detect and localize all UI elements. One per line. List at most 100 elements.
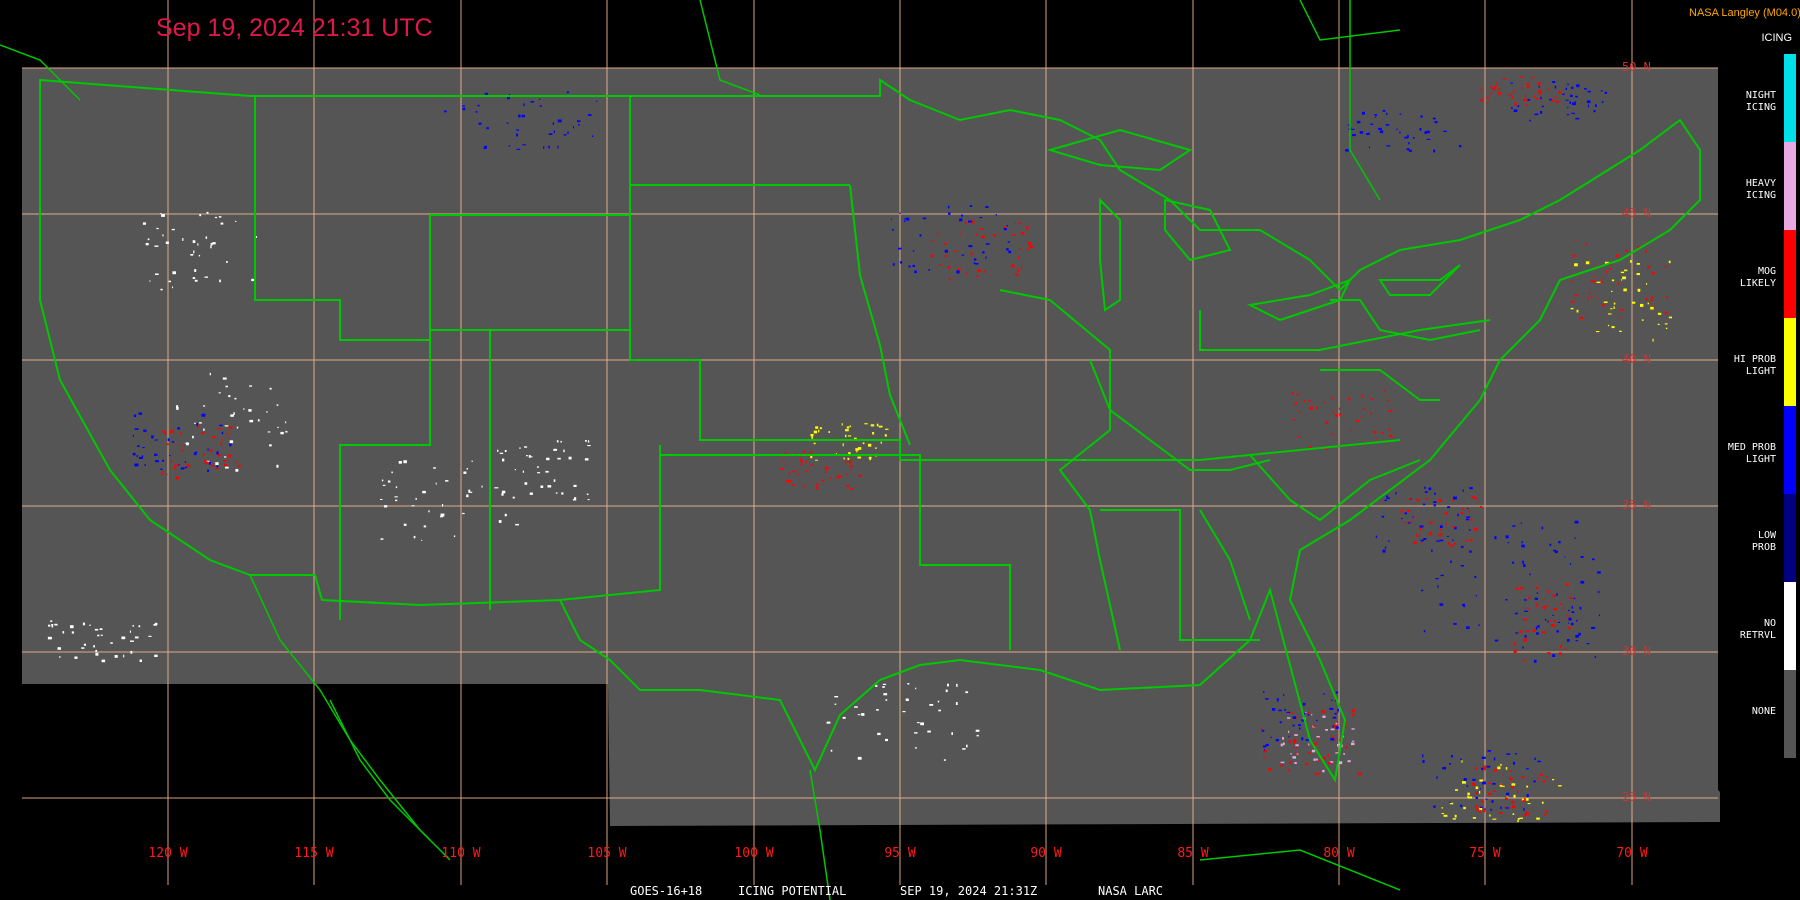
timestamp-label: Sep 19, 2024 21:31 UTC <box>156 14 433 42</box>
icing-pixel <box>801 452 803 454</box>
icing-pixel <box>1502 774 1504 776</box>
icing-pixel <box>1554 96 1558 99</box>
icing-pixel <box>1447 536 1449 537</box>
longitude-label: 75 W <box>1469 846 1501 861</box>
icing-pixel <box>1339 413 1342 416</box>
icing-pixel <box>587 445 591 447</box>
icing-pixel <box>212 242 216 245</box>
icing-pixel <box>1472 817 1476 819</box>
icing-pixel <box>1526 99 1530 101</box>
icing-pixel <box>267 431 271 433</box>
icing-pixel <box>1440 574 1444 577</box>
icing-pixel <box>178 464 180 466</box>
icing-pixel <box>1475 786 1479 790</box>
icing-pixel <box>556 440 559 443</box>
icing-pixel <box>1569 596 1573 599</box>
icing-pixel <box>979 217 983 219</box>
icing-pixel <box>285 430 288 433</box>
icing-pixel <box>846 485 850 487</box>
icing-pixel <box>567 131 569 134</box>
icing-pixel <box>1517 105 1520 108</box>
icing-pixel <box>1362 408 1365 410</box>
icing-pixel <box>266 411 268 413</box>
icing-pixel <box>1292 724 1295 727</box>
icing-pixel <box>1543 605 1546 609</box>
icing-pixel <box>1526 768 1529 770</box>
icing-pixel <box>1523 618 1528 621</box>
icing-pixel <box>1474 527 1478 531</box>
icing-pixel <box>1576 84 1580 88</box>
icing-pixel <box>1338 743 1340 746</box>
icing-pixel <box>81 647 85 649</box>
icing-pixel <box>1007 241 1010 243</box>
icing-pixel <box>1015 221 1017 225</box>
icing-pixel <box>1512 813 1515 815</box>
footer-caption: GOES-16+18 ICING POTENTIAL SEP 19, 2024 … <box>0 884 1800 900</box>
icing-pixel <box>162 459 164 462</box>
icing-pixel <box>1511 96 1514 99</box>
icing-pixel <box>143 429 147 432</box>
icing-pixel <box>885 428 889 430</box>
icing-pixel <box>1421 542 1423 544</box>
icing-pixel <box>1490 87 1495 90</box>
icing-pixel <box>939 264 943 266</box>
icing-pixel <box>587 499 590 501</box>
icing-pixel <box>206 211 209 214</box>
icing-pixel <box>1264 749 1265 751</box>
icing-pixel <box>1339 739 1341 742</box>
icing-pixel <box>943 759 946 761</box>
icing-pixel <box>959 232 961 235</box>
icing-pixel <box>54 623 58 626</box>
icing-pixel <box>1620 271 1625 274</box>
icing-pixel <box>962 748 966 750</box>
icing-pixel <box>1020 268 1022 270</box>
icing-pixel <box>1526 794 1529 798</box>
icing-pixel <box>1494 536 1497 540</box>
icing-pixel <box>1453 623 1457 625</box>
icing-pixel <box>384 505 388 508</box>
icing-pixel <box>971 220 975 224</box>
icing-pixel <box>1412 541 1417 544</box>
icing-pixel <box>1513 761 1515 765</box>
icing-pixel <box>1280 743 1283 747</box>
icing-pixel <box>1668 316 1672 319</box>
icing-pixel <box>1608 313 1612 315</box>
icing-pixel <box>228 437 230 439</box>
icing-pixel <box>1467 795 1469 798</box>
icing-pixel <box>572 126 574 129</box>
icing-pixel <box>1538 91 1542 95</box>
icing-pixel <box>1316 719 1318 722</box>
icing-pixel <box>781 460 784 462</box>
icing-pixel <box>969 205 973 207</box>
icing-pixel <box>1528 596 1531 599</box>
icing-pixel <box>1610 308 1613 310</box>
icing-pixel <box>1554 550 1558 554</box>
icing-pixel <box>956 683 958 687</box>
icing-pixel <box>1280 761 1285 764</box>
icing-pixel <box>481 485 483 488</box>
icing-pixel <box>975 729 980 732</box>
icing-pixel <box>1601 101 1604 103</box>
icing-pixel <box>51 624 54 626</box>
icing-pixel <box>1475 791 1478 795</box>
icing-pixel <box>973 262 975 264</box>
icing-pixel <box>1506 753 1511 755</box>
icing-pixel <box>1461 760 1463 763</box>
icing-pixel <box>1468 796 1473 799</box>
icing-pixel <box>1536 592 1539 594</box>
icing-pixel <box>1517 818 1520 820</box>
icing-pixel <box>1570 300 1575 303</box>
icing-pixel <box>133 414 137 418</box>
icing-pixel <box>874 447 877 449</box>
icing-pixel <box>130 650 133 654</box>
icing-pixel <box>1471 782 1476 786</box>
icing-pixel <box>566 91 570 94</box>
icing-pixel <box>1294 762 1297 764</box>
icing-pixel <box>1587 297 1589 301</box>
icing-pixel <box>1611 290 1613 292</box>
icing-pixel <box>1291 391 1294 395</box>
icing-pixel <box>1362 111 1365 115</box>
icing-pixel <box>885 738 888 742</box>
icing-pixel <box>552 122 554 125</box>
icing-pixel <box>1020 265 1023 267</box>
